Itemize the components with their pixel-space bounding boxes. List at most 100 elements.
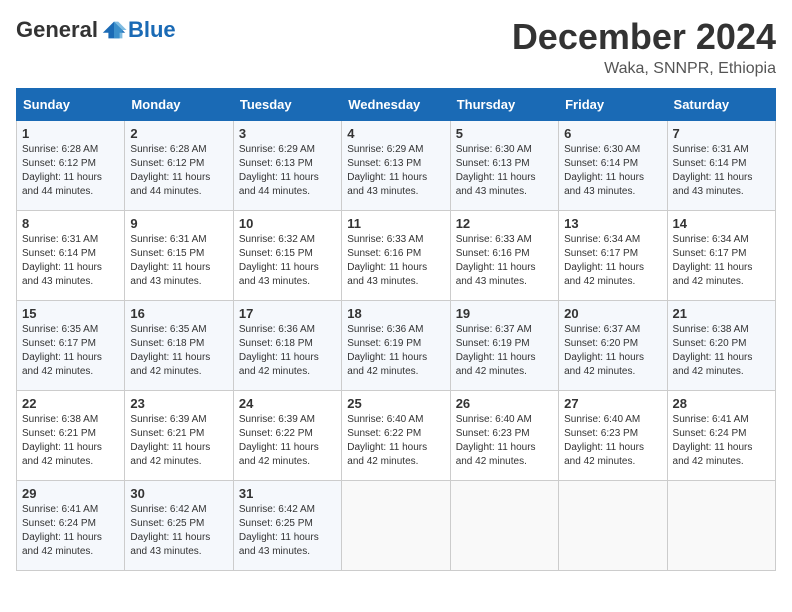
col-thursday: Thursday <box>450 89 558 121</box>
calendar-week-2: 8 Sunrise: 6:31 AM Sunset: 6:14 PM Dayli… <box>17 211 776 301</box>
sunrise-label: Sunrise: 6:33 AM <box>347 234 423 245</box>
day-number: 7 <box>673 126 770 141</box>
daylight-label: Daylight: 11 hours <box>239 532 319 543</box>
table-row: 19 Sunrise: 6:37 AM Sunset: 6:19 PM Dayl… <box>450 301 558 391</box>
day-number: 20 <box>564 306 661 321</box>
table-row: 3 Sunrise: 6:29 AM Sunset: 6:13 PM Dayli… <box>233 121 341 211</box>
day-info: Sunrise: 6:30 AM Sunset: 6:13 PM Dayligh… <box>456 143 553 199</box>
sunset-label: Sunset: 6:15 PM <box>130 248 204 259</box>
daylight-label: Daylight: 11 hours <box>564 262 644 273</box>
day-number: 4 <box>347 126 444 141</box>
sunrise-label: Sunrise: 6:41 AM <box>22 504 98 515</box>
sunrise-label: Sunrise: 6:39 AM <box>130 414 206 425</box>
daylight-minutes: and 43 minutes. <box>22 276 93 287</box>
table-row: 25 Sunrise: 6:40 AM Sunset: 6:22 PM Dayl… <box>342 391 450 481</box>
table-row: 11 Sunrise: 6:33 AM Sunset: 6:16 PM Dayl… <box>342 211 450 301</box>
table-row: 20 Sunrise: 6:37 AM Sunset: 6:20 PM Dayl… <box>559 301 667 391</box>
daylight-label: Daylight: 11 hours <box>673 172 753 183</box>
sunset-label: Sunset: 6:22 PM <box>239 428 313 439</box>
day-info: Sunrise: 6:36 AM Sunset: 6:18 PM Dayligh… <box>239 323 336 379</box>
table-row <box>667 481 775 571</box>
table-row: 16 Sunrise: 6:35 AM Sunset: 6:18 PM Dayl… <box>125 301 233 391</box>
sunrise-label: Sunrise: 6:35 AM <box>130 324 206 335</box>
daylight-label: Daylight: 11 hours <box>22 172 102 183</box>
day-info: Sunrise: 6:34 AM Sunset: 6:17 PM Dayligh… <box>673 233 770 289</box>
day-number: 27 <box>564 396 661 411</box>
sunset-label: Sunset: 6:19 PM <box>347 338 421 349</box>
sunset-label: Sunset: 6:25 PM <box>239 518 313 529</box>
header-row: Sunday Monday Tuesday Wednesday Thursday… <box>17 89 776 121</box>
sunrise-label: Sunrise: 6:30 AM <box>456 144 532 155</box>
sunrise-label: Sunrise: 6:42 AM <box>130 504 206 515</box>
day-info: Sunrise: 6:40 AM Sunset: 6:23 PM Dayligh… <box>564 413 661 469</box>
table-row: 6 Sunrise: 6:30 AM Sunset: 6:14 PM Dayli… <box>559 121 667 211</box>
day-number: 9 <box>130 216 227 231</box>
logo-blue: Blue <box>128 17 176 43</box>
daylight-minutes: and 43 minutes. <box>239 276 310 287</box>
daylight-minutes: and 44 minutes. <box>22 186 93 197</box>
table-row: 12 Sunrise: 6:33 AM Sunset: 6:16 PM Dayl… <box>450 211 558 301</box>
daylight-label: Daylight: 11 hours <box>239 442 319 453</box>
sunset-label: Sunset: 6:14 PM <box>22 248 96 259</box>
day-number: 1 <box>22 126 119 141</box>
col-wednesday: Wednesday <box>342 89 450 121</box>
sunset-label: Sunset: 6:18 PM <box>130 338 204 349</box>
sunrise-label: Sunrise: 6:35 AM <box>22 324 98 335</box>
daylight-label: Daylight: 11 hours <box>347 172 427 183</box>
day-number: 17 <box>239 306 336 321</box>
day-number: 16 <box>130 306 227 321</box>
day-info: Sunrise: 6:36 AM Sunset: 6:19 PM Dayligh… <box>347 323 444 379</box>
table-row: 27 Sunrise: 6:40 AM Sunset: 6:23 PM Dayl… <box>559 391 667 481</box>
table-row: 7 Sunrise: 6:31 AM Sunset: 6:14 PM Dayli… <box>667 121 775 211</box>
day-info: Sunrise: 6:39 AM Sunset: 6:21 PM Dayligh… <box>130 413 227 469</box>
daylight-label: Daylight: 11 hours <box>130 352 210 363</box>
daylight-label: Daylight: 11 hours <box>673 262 753 273</box>
daylight-minutes: and 42 minutes. <box>673 456 744 467</box>
day-info: Sunrise: 6:41 AM Sunset: 6:24 PM Dayligh… <box>22 503 119 559</box>
sunrise-label: Sunrise: 6:29 AM <box>347 144 423 155</box>
daylight-label: Daylight: 11 hours <box>673 352 753 363</box>
table-row: 9 Sunrise: 6:31 AM Sunset: 6:15 PM Dayli… <box>125 211 233 301</box>
table-row: 23 Sunrise: 6:39 AM Sunset: 6:21 PM Dayl… <box>125 391 233 481</box>
sunrise-label: Sunrise: 6:37 AM <box>456 324 532 335</box>
day-info: Sunrise: 6:35 AM Sunset: 6:18 PM Dayligh… <box>130 323 227 379</box>
sunset-label: Sunset: 6:25 PM <box>130 518 204 529</box>
daylight-minutes: and 42 minutes. <box>564 456 635 467</box>
daylight-minutes: and 42 minutes. <box>22 366 93 377</box>
daylight-label: Daylight: 11 hours <box>564 352 644 363</box>
sunset-label: Sunset: 6:16 PM <box>456 248 530 259</box>
sunrise-label: Sunrise: 6:28 AM <box>130 144 206 155</box>
calendar-week-3: 15 Sunrise: 6:35 AM Sunset: 6:17 PM Dayl… <box>17 301 776 391</box>
day-info: Sunrise: 6:33 AM Sunset: 6:16 PM Dayligh… <box>456 233 553 289</box>
sunset-label: Sunset: 6:12 PM <box>22 158 96 169</box>
day-number: 11 <box>347 216 444 231</box>
calendar-week-4: 22 Sunrise: 6:38 AM Sunset: 6:21 PM Dayl… <box>17 391 776 481</box>
sunrise-label: Sunrise: 6:42 AM <box>239 504 315 515</box>
table-row: 17 Sunrise: 6:36 AM Sunset: 6:18 PM Dayl… <box>233 301 341 391</box>
location: Waka, SNNPR, Ethiopia <box>512 60 776 78</box>
sunset-label: Sunset: 6:14 PM <box>564 158 638 169</box>
daylight-minutes: and 43 minutes. <box>347 276 418 287</box>
col-tuesday: Tuesday <box>233 89 341 121</box>
day-number: 23 <box>130 396 227 411</box>
daylight-label: Daylight: 11 hours <box>673 442 753 453</box>
sunset-label: Sunset: 6:24 PM <box>22 518 96 529</box>
daylight-minutes: and 42 minutes. <box>456 366 527 377</box>
sunset-label: Sunset: 6:17 PM <box>673 248 747 259</box>
sunrise-label: Sunrise: 6:38 AM <box>673 324 749 335</box>
day-info: Sunrise: 6:38 AM Sunset: 6:20 PM Dayligh… <box>673 323 770 379</box>
day-number: 6 <box>564 126 661 141</box>
day-info: Sunrise: 6:40 AM Sunset: 6:23 PM Dayligh… <box>456 413 553 469</box>
daylight-minutes: and 43 minutes. <box>130 546 201 557</box>
daylight-minutes: and 42 minutes. <box>673 366 744 377</box>
day-info: Sunrise: 6:31 AM Sunset: 6:15 PM Dayligh… <box>130 233 227 289</box>
day-number: 14 <box>673 216 770 231</box>
sunset-label: Sunset: 6:16 PM <box>347 248 421 259</box>
table-row: 26 Sunrise: 6:40 AM Sunset: 6:23 PM Dayl… <box>450 391 558 481</box>
sunset-label: Sunset: 6:20 PM <box>564 338 638 349</box>
sunrise-label: Sunrise: 6:33 AM <box>456 234 532 245</box>
sunrise-label: Sunrise: 6:36 AM <box>347 324 423 335</box>
day-number: 24 <box>239 396 336 411</box>
title-block: December 2024 Waka, SNNPR, Ethiopia <box>512 16 776 78</box>
daylight-label: Daylight: 11 hours <box>564 442 644 453</box>
